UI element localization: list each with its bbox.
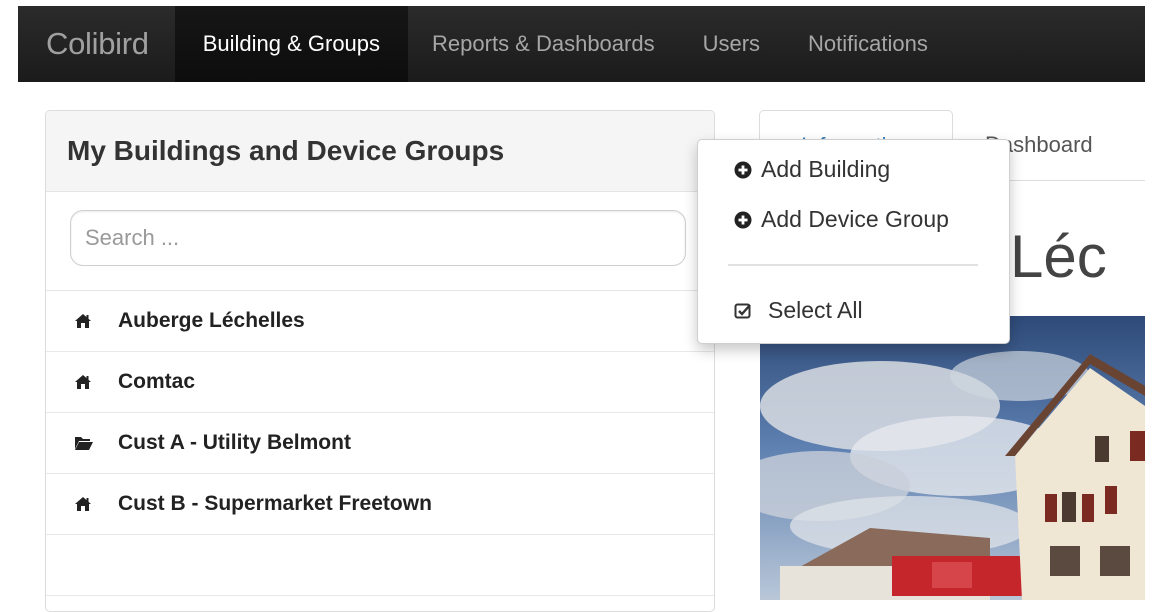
nav-building-groups[interactable]: Building & Groups (174, 6, 409, 82)
add-dropdown-menu: Add Building Add Device Group Select All (697, 139, 1010, 344)
buildings-panel: My Buildings and Device Groups Auberge L… (45, 110, 715, 612)
list-item-label: Auberge Léchelles (118, 309, 305, 332)
dropdown-divider (728, 264, 978, 266)
list-item-label: Cust A - Utility Belmont (118, 431, 351, 454)
list-item-cust-a[interactable]: Cust A - Utility Belmont (46, 413, 714, 474)
plus-circle-icon (734, 161, 752, 179)
check-square-icon (734, 302, 752, 320)
home-icon (74, 374, 94, 390)
home-icon (74, 496, 94, 512)
search-input[interactable] (70, 210, 686, 266)
building-photo (760, 316, 1145, 600)
brand-logo[interactable]: Colibird (18, 6, 175, 82)
select-all-label: Select All (768, 297, 863, 323)
add-building-item[interactable]: Add Building (734, 156, 890, 183)
home-icon (74, 313, 94, 329)
add-device-group-label: Add Device Group (761, 206, 949, 232)
top-navbar: Colibird Building & Groups Reports & Das… (18, 6, 1145, 82)
add-device-group-item[interactable]: Add Device Group (734, 206, 949, 233)
select-all-item[interactable]: Select All (734, 297, 863, 324)
list-item-label: Cust B - Supermarket Freetown (118, 492, 432, 515)
nav-notifications[interactable]: Notifications (784, 6, 952, 82)
add-building-label: Add Building (761, 156, 891, 182)
plus-circle-icon (734, 211, 752, 229)
nav-users[interactable]: Users (679, 6, 784, 82)
panel-title[interactable]: My Buildings and Device Groups (46, 111, 714, 192)
list-item-comtac[interactable]: Comtac (46, 352, 714, 413)
list-item-cust-b[interactable]: Cust B - Supermarket Freetown (46, 474, 714, 535)
search-row (46, 192, 714, 291)
list-item-empty (46, 535, 714, 596)
list-item-label: Comtac (118, 370, 196, 393)
nav-reports-dashboards[interactable]: Reports & Dashboards (408, 6, 679, 82)
list-item-auberge-lechelles[interactable]: Auberge Léchelles (46, 291, 714, 352)
folder-open-icon (74, 435, 94, 451)
